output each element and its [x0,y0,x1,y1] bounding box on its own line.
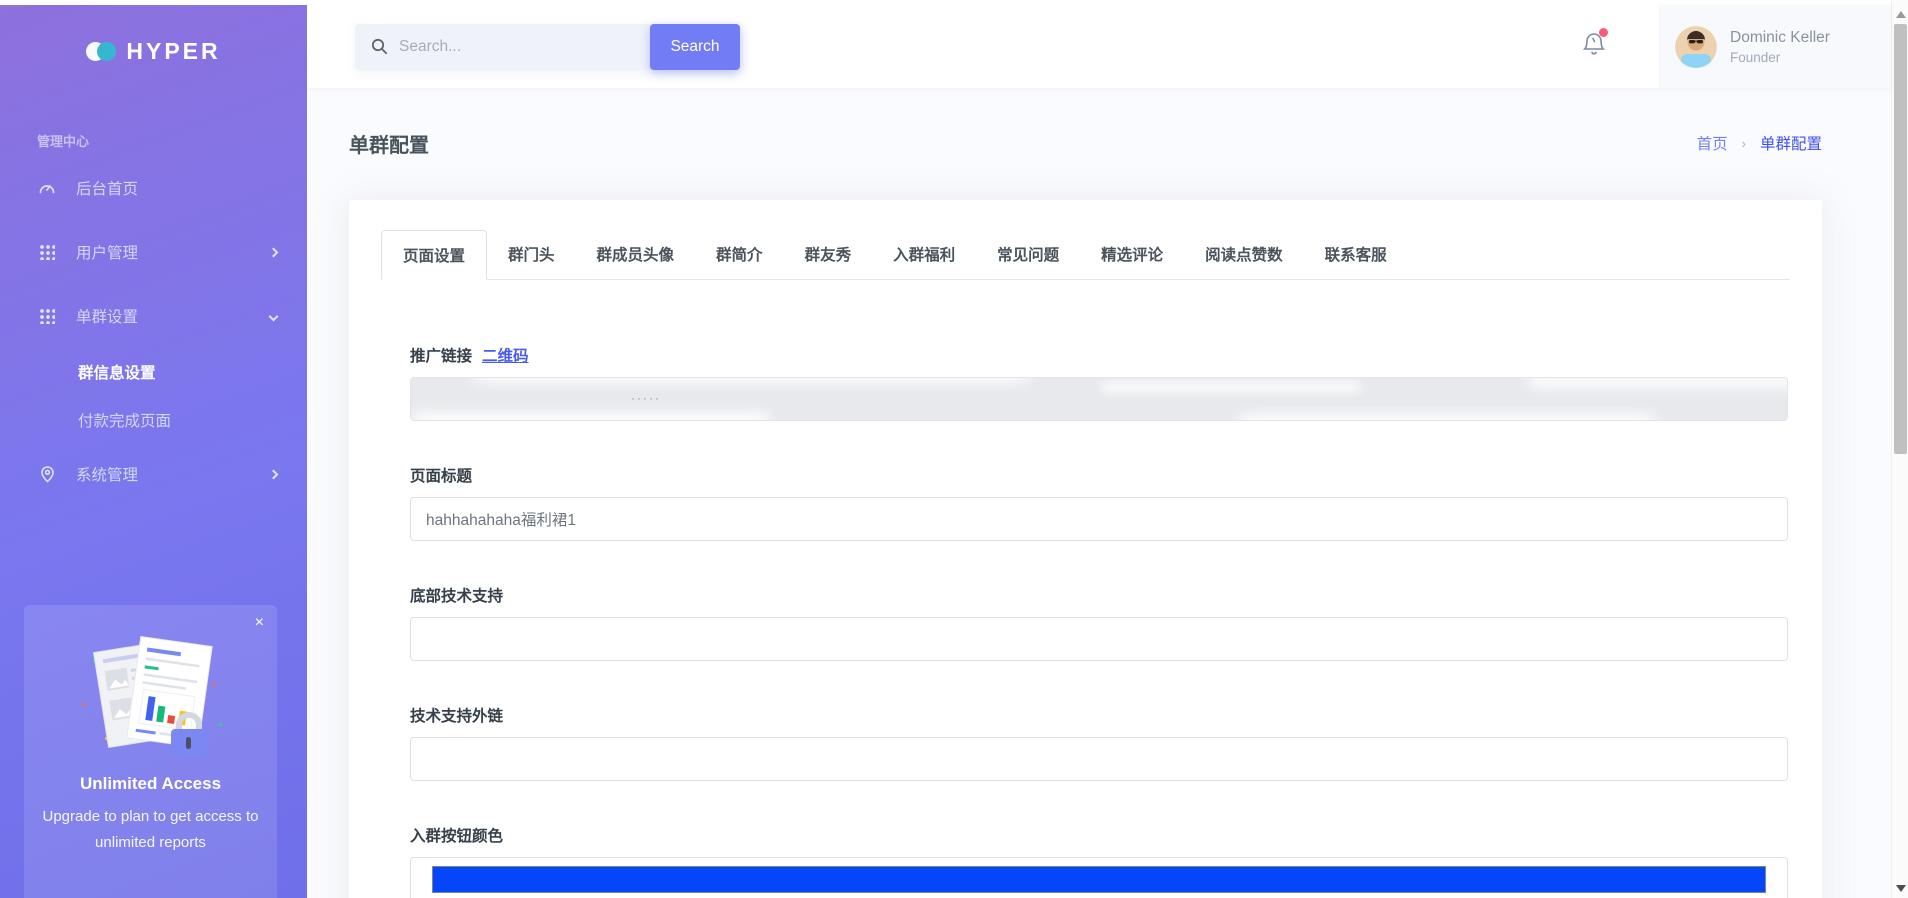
sidebar-item-group-settings[interactable]: 单群设置 [0,284,307,348]
main-content: 单群配置 首页 › 单群配置 页面设置 群门头 群成员头像 群简介 群友秀 入群… [307,88,1891,898]
topbar-right: Dominic Keller Founder [1581,5,1891,88]
scrollbar-thumb[interactable] [1894,24,1907,454]
avatar [1675,26,1717,68]
search-input[interactable] [399,38,629,56]
breadcrumb-home[interactable]: 首页 [1697,132,1728,154]
grid-icon [38,307,56,325]
support-url-group: 技术支持外链 [410,704,1788,781]
scroll-down-arrow-icon[interactable] [1892,880,1908,896]
color-swatch [432,866,1766,893]
topbar: Search [307,5,1891,88]
footer-support-label: 底部技术支持 [410,584,1788,606]
redacted-text: ····· [631,391,661,405]
footer-support-group: 底部技术支持 [410,584,1788,661]
sidebar-item-label: 后台首页 [76,177,138,199]
page-title-label: 页面标题 [410,464,1788,486]
upgrade-title: Unlimited Access [38,774,263,794]
sidebar-item-label: 用户管理 [76,241,138,263]
support-url-label: 技术支持外链 [410,704,1788,726]
breadcrumb: 首页 › 单群配置 [1697,132,1822,154]
sidebar-subitem-group-info[interactable]: 群信息设置 [0,348,307,396]
sidebar-item-system[interactable]: 系统管理 [0,444,307,504]
breadcrumb-current[interactable]: 单群配置 [1760,132,1822,154]
qr-code-link[interactable]: 二维码 [482,344,529,366]
reports-illustration [38,631,263,764]
sidebar-item-label: 系统管理 [76,463,138,485]
user-profile[interactable]: Dominic Keller Founder [1659,5,1891,88]
field-label: 推广链接 [410,344,472,366]
sidebar-subitem-label: 付款完成页面 [78,409,171,431]
page-settings-form: 推广链接 二维码 ····· 页面标题 hahhahahaha福利裙1 [410,344,1788,898]
logo-text: HYPER [126,38,220,65]
search-group: Search [355,24,740,70]
search-icon [371,38,388,55]
grid-icon [38,243,56,261]
promo-link-label: 推广链接 二维码 [410,344,1788,366]
page-title-group: 页面标题 hahhahahaha福利裙1 [410,464,1788,541]
tab-page-settings[interactable]: 页面设置 [381,230,487,280]
scrollbar[interactable] [1891,0,1908,898]
close-icon[interactable]: × [255,615,264,631]
sidebar-subitem-payment-done[interactable]: 付款完成页面 [0,396,307,444]
upgrade-card: × [24,605,277,898]
page-title-input[interactable]: hahhahahaha福利裙1 [410,497,1788,541]
tab-join-benefits[interactable]: 入群福利 [872,230,976,279]
tab-bar: 页面设置 群门头 群成员头像 群简介 群友秀 入群福利 常见问题 精选评论 阅读… [381,230,1790,280]
chevron-right-icon [269,247,279,257]
speedometer-icon [38,179,56,197]
footer-support-input[interactable] [410,617,1788,661]
user-role: Founder [1730,50,1830,65]
upgrade-body: Upgrade to plan to get access to unlimit… [38,804,263,856]
search-box [355,24,653,70]
tab-member-avatars[interactable]: 群成员头像 [576,230,696,279]
page-title: 单群配置 [349,129,429,158]
breadcrumb-separator-icon: › [1742,136,1746,151]
tab-group-header[interactable]: 群门头 [487,230,576,279]
sidebar: HYPER 管理中心 后台首页 用户管理 单群设置 群信息设置 付款完成页面 [0,5,307,898]
app-window: HYPER 管理中心 后台首页 用户管理 单群设置 群信息设置 付款完成页面 [0,5,1908,898]
map-pin-icon [38,465,56,483]
button-color-group: 入群按钮颜色 [410,824,1788,898]
support-url-input[interactable] [410,737,1788,781]
notification-bell[interactable] [1581,30,1607,63]
chevron-right-icon [269,469,279,479]
tab-featured-comments[interactable]: 精选评论 [1080,230,1184,279]
search-button[interactable]: Search [650,24,740,70]
sidebar-item-dashboard[interactable]: 后台首页 [0,156,307,220]
promo-link-input: ····· [410,377,1788,421]
tab-read-likes[interactable]: 阅读点赞数 [1184,230,1304,279]
tab-faq[interactable]: 常见问题 [976,230,1080,279]
scroll-up-arrow-icon[interactable] [1892,6,1908,22]
sidebar-section-label: 管理中心 [37,131,307,150]
sidebar-subitem-label: 群信息设置 [78,361,156,383]
notification-dot [1599,28,1608,37]
tab-contact-support[interactable]: 联系客服 [1304,230,1408,279]
tab-group-intro[interactable]: 群简介 [695,230,784,279]
hyper-logo-icon [86,42,116,61]
chevron-down-icon [269,311,279,321]
color-picker-input[interactable] [410,857,1788,898]
user-name: Dominic Keller [1730,29,1830,47]
page-header: 单群配置 首页 › 单群配置 [349,128,1822,158]
sidebar-item-users[interactable]: 用户管理 [0,220,307,284]
sidebar-item-label: 单群设置 [76,305,138,327]
logo[interactable]: HYPER [0,5,307,97]
tab-group-show[interactable]: 群友秀 [784,230,873,279]
button-color-label: 入群按钮颜色 [410,824,1788,846]
promo-link-group: 推广链接 二维码 ····· [410,344,1788,421]
settings-card: 页面设置 群门头 群成员头像 群简介 群友秀 入群福利 常见问题 精选评论 阅读… [349,200,1822,898]
